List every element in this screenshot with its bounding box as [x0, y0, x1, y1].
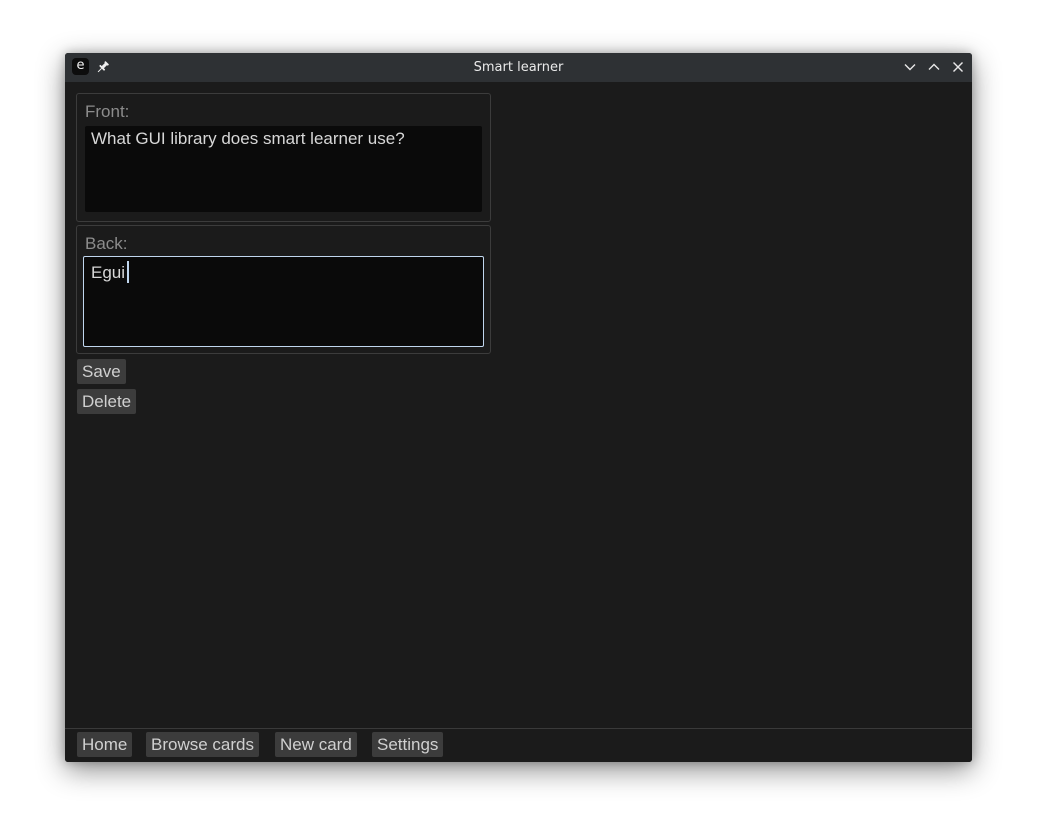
- title-bar[interactable]: e Smart learner: [65, 53, 972, 82]
- nav-home-button[interactable]: Home: [77, 732, 133, 757]
- back-label: Back:: [85, 234, 128, 253]
- back-textarea[interactable]: Egui: [83, 256, 484, 347]
- front-textarea[interactable]: What GUI library does smart learner use?: [85, 126, 482, 212]
- app-window: e Smart learner Front: What GUI library …: [65, 53, 972, 762]
- close-icon[interactable]: [950, 59, 966, 75]
- back-group: Back: Egui: [76, 225, 491, 354]
- nav-new-card-button[interactable]: New card: [275, 732, 357, 757]
- window-title: Smart learner: [473, 60, 564, 75]
- front-label: Front:: [85, 102, 130, 121]
- text-caret: [127, 261, 130, 283]
- save-button[interactable]: Save: [77, 359, 126, 384]
- front-group: Front: What GUI library does smart learn…: [76, 93, 491, 222]
- bottom-nav-bar: Home Browse cards New card Settings: [65, 728, 972, 762]
- front-text: What GUI library does smart learner use?: [91, 129, 405, 148]
- delete-button[interactable]: Delete: [77, 389, 137, 414]
- back-text: Egui: [91, 263, 126, 282]
- chevron-down-icon[interactable]: [902, 59, 918, 75]
- card-editor-panel: Front: What GUI library does smart learn…: [65, 82, 972, 728]
- nav-browse-cards-button[interactable]: Browse cards: [146, 732, 259, 757]
- chevron-up-icon[interactable]: [926, 59, 942, 75]
- nav-settings-button[interactable]: Settings: [372, 732, 444, 757]
